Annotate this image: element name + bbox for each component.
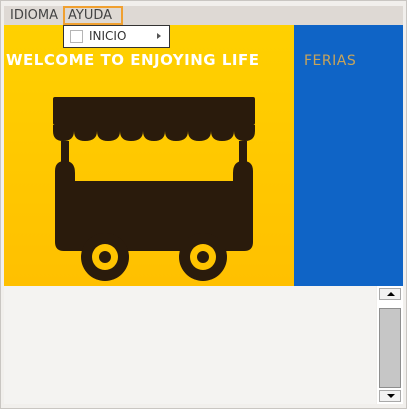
food-truck-icon (53, 97, 255, 281)
side-panel: FERIAS (294, 25, 403, 286)
arrow-down-icon (387, 394, 395, 398)
vertical-scrollbar[interactable] (377, 286, 403, 404)
welcome-title: WELCOME TO ENJOYING LIFE (6, 51, 260, 69)
menu-bar: IDIOMA AYUDA (4, 6, 403, 25)
menu-item-inicio[interactable]: INICIO (89, 29, 126, 43)
submenu-arrow-icon (157, 33, 161, 39)
welcome-banner: WELCOME TO ENJOYING LIFE (4, 25, 294, 286)
scroll-up-button[interactable] (379, 288, 401, 300)
arrow-up-icon (387, 292, 395, 296)
scroll-down-button[interactable] (379, 390, 401, 402)
ayuda-dropdown-menu: INICIO (63, 25, 170, 48)
checkbox-icon[interactable] (70, 30, 83, 43)
content-area (4, 286, 376, 404)
ferias-label[interactable]: FERIAS (304, 53, 356, 69)
menu-ayuda[interactable]: AYUDA (63, 6, 123, 25)
menu-idioma[interactable]: IDIOMA (7, 6, 61, 25)
scroll-thumb[interactable] (379, 308, 401, 388)
